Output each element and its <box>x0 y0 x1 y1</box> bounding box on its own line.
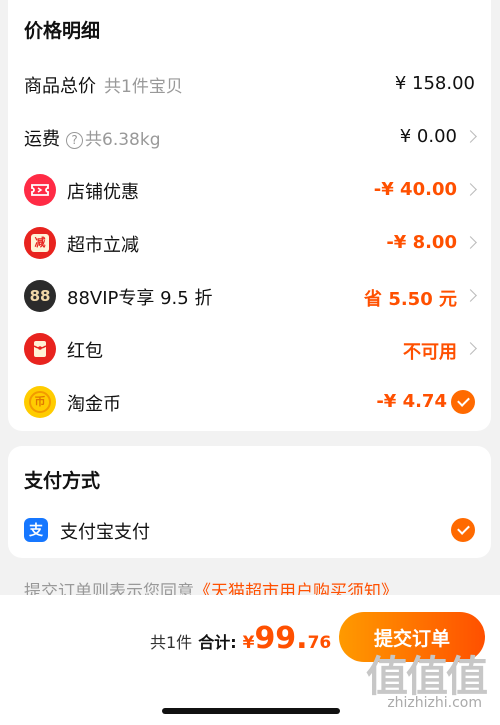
row-88vip[interactable]: 88 88VIP专享 9.5 折 省 5.50 元 <box>8 276 491 316</box>
total-amount-integer: 99. <box>254 621 308 656</box>
price-details-title: 价格明细 <box>24 20 101 42</box>
row-goods-total: 商品总价 共1件宝贝 ¥ 158.00 <box>8 64 491 104</box>
home-indicator[interactable] <box>162 708 340 714</box>
shipping-weight: 共6.38kg <box>85 130 161 150</box>
payment-option-alipay[interactable]: 支 支付宝支付 <box>8 510 491 550</box>
chevron-right-icon <box>464 289 477 302</box>
alipay-selected-check[interactable] <box>451 518 475 542</box>
gold-coin-value: -¥ 4.74 <box>376 391 447 412</box>
price-details-card: 价格明细 商品总价 共1件宝贝 ¥ 158.00 运费? 共6.38kg ¥ 0.0… <box>8 0 491 431</box>
goods-total-label: 商品总价 <box>24 76 96 97</box>
payment-method-card: 支付方式 支 支付宝支付 <box>8 446 491 558</box>
supermarket-discount-icon: 减 <box>24 227 56 259</box>
88vip-value: 省 5.50 元 <box>364 289 457 310</box>
payment-method-title: 支付方式 <box>24 470 101 492</box>
shop-discount-value: -¥ 40.00 <box>373 179 457 200</box>
gold-coin-checkbox[interactable] <box>451 390 475 414</box>
checkout-bar: 共1件 合计: ¥99.76 提交订单 值值值 zhizhizhi.com <box>0 595 500 725</box>
row-shop-discount[interactable]: 店铺优惠 -¥ 40.00 <box>8 170 491 210</box>
shipping-value: ¥ 0.00 <box>399 126 457 147</box>
chevron-right-icon <box>464 183 477 196</box>
row-supermarket-discount[interactable]: 减 超市立减 -¥ 8.00 <box>8 223 491 263</box>
88vip-label: 88VIP专享 9.5 折 <box>67 288 213 309</box>
alipay-icon: 支 <box>24 518 48 542</box>
gold-coin-label: 淘金币 <box>67 394 121 415</box>
alipay-label: 支付宝支付 <box>60 522 150 543</box>
currency-symbol: ¥ <box>242 633 255 653</box>
goods-total-value: ¥ 158.00 <box>394 73 475 94</box>
88vip-icon: 88 <box>24 280 56 312</box>
red-envelope-value: 不可用 <box>403 342 457 363</box>
red-envelope-icon <box>24 333 56 365</box>
order-total: 共1件 合计: ¥99.76 <box>150 621 331 656</box>
red-envelope-label: 红包 <box>67 341 103 362</box>
watermark-url: zhizhizhi.com <box>387 695 482 711</box>
goods-count: 共1件宝贝 <box>104 77 183 97</box>
row-gold-coin[interactable]: 币 淘金币 -¥ 4.74 <box>8 382 491 422</box>
supermarket-discount-value: -¥ 8.00 <box>386 232 457 253</box>
chevron-right-icon <box>464 130 477 143</box>
question-icon[interactable]: ? <box>66 132 83 149</box>
shipping-label: 运费 <box>24 129 60 150</box>
shop-discount-label: 店铺优惠 <box>67 182 139 203</box>
watermark: 值值值 zhizhizhi.com <box>346 643 488 713</box>
gold-coin-icon: 币 <box>24 386 56 418</box>
row-red-envelope[interactable]: 红包 不可用 <box>8 329 491 369</box>
chevron-right-icon <box>464 236 477 249</box>
row-shipping[interactable]: 运费? 共6.38kg ¥ 0.00 <box>8 117 491 157</box>
coupon-icon <box>24 174 56 206</box>
chevron-right-icon <box>464 342 477 355</box>
item-count: 共1件 <box>150 633 193 652</box>
total-amount-decimal: 76 <box>307 633 332 653</box>
supermarket-discount-label: 超市立减 <box>67 235 139 256</box>
total-label: 合计: <box>198 633 237 652</box>
